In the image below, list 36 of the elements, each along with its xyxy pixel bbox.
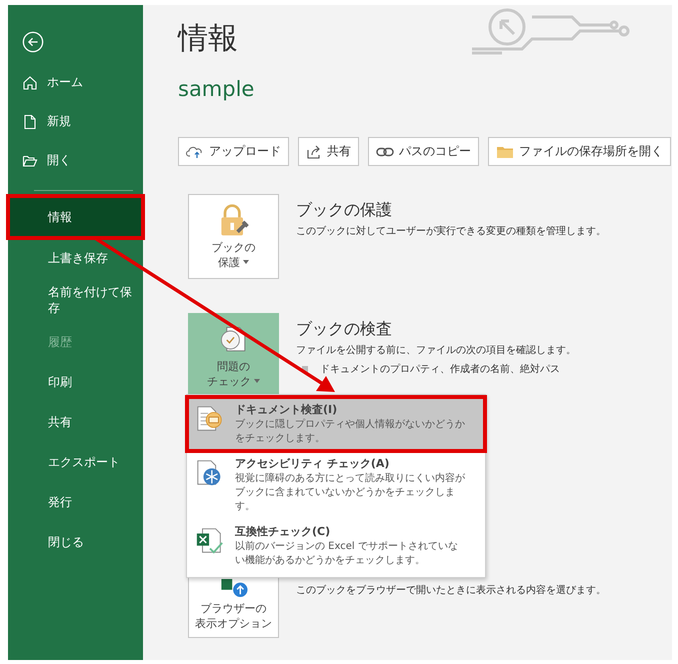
section-description: このブックに対してユーザーが実行できる変更の種類を管理します。 bbox=[296, 224, 606, 239]
sidebar-item[interactable]: 開く bbox=[8, 141, 143, 180]
caret-icon bbox=[254, 379, 260, 383]
section-title: ブックの保護 bbox=[296, 199, 393, 221]
file-name: sample bbox=[178, 76, 256, 103]
spreadsheet-check-icon bbox=[195, 526, 225, 556]
page-title: 情報 bbox=[178, 20, 238, 58]
action-button[interactable]: パスのコピー bbox=[368, 137, 479, 166]
sidebar-item[interactable]: 印刷 bbox=[8, 362, 143, 402]
sidebar-item[interactable]: 閉じる bbox=[8, 522, 143, 562]
link-icon bbox=[376, 146, 394, 156]
sidebar-item[interactable]: エクスポート bbox=[8, 442, 143, 482]
bullet-text: ドキュメントのプロパティ、作成者の名前、絶対パス bbox=[320, 362, 560, 376]
action-button[interactable]: アップロード bbox=[178, 137, 289, 166]
sidebar-item[interactable]: 共有 bbox=[8, 402, 143, 442]
sidebar-item[interactable]: ホーム bbox=[8, 63, 143, 102]
section-title: ブックの検査 bbox=[296, 318, 393, 340]
document-icon bbox=[22, 114, 38, 130]
section-description: ファイルを公開する前に、ファイルの次の項目を確認します。 bbox=[296, 344, 576, 358]
sidebar-item[interactable]: 上書き保存 bbox=[8, 238, 143, 278]
sidebar-item[interactable]: 情報 bbox=[8, 196, 143, 238]
home-icon bbox=[22, 74, 38, 90]
caret-icon bbox=[243, 260, 249, 264]
action-button[interactable]: ファイルの保存場所を開く bbox=[488, 137, 671, 166]
sidebar-item[interactable]: 新規 bbox=[8, 102, 143, 141]
cloud-upload-icon bbox=[186, 144, 204, 158]
section-button[interactable]: ブックの 保護 bbox=[188, 194, 279, 279]
menu-item[interactable]: ドキュメント検査(I) ブックに隠しプロパティや個人情報がないかどうかをチェックします。 bbox=[187, 397, 485, 451]
menu-item[interactable]: アクセシビリティ チェック(A) 視覚に障碍のある方にとって読み取りにくい内容がブックに含まれていないかどうかをチェックします。 bbox=[187, 451, 485, 519]
sidebar-item[interactable]: 発行 bbox=[8, 482, 143, 522]
share-icon bbox=[306, 144, 322, 160]
folder-icon bbox=[496, 144, 514, 158]
back-icon[interactable] bbox=[22, 30, 44, 52]
action-button[interactable]: 共有 bbox=[298, 137, 359, 166]
sidebar-item[interactable]: 名前を付けて保存 bbox=[8, 278, 143, 322]
section-description: このブックをブラウザーで開いたときに表示される内容を選びます。 bbox=[296, 584, 606, 598]
